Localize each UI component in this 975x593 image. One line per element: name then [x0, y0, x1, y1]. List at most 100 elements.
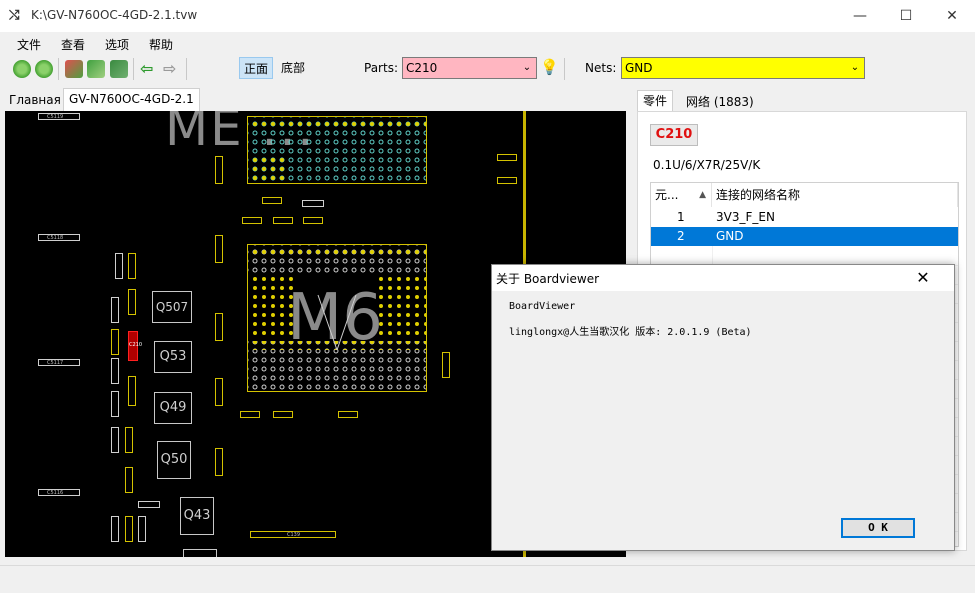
passive-component[interactable] — [125, 467, 133, 493]
table-row-selected[interactable]: 2 GND — [651, 227, 958, 246]
passive-component[interactable] — [215, 313, 223, 341]
bga-pad-grid — [248, 245, 426, 391]
passive-component[interactable] — [242, 217, 262, 224]
passive-component[interactable] — [338, 411, 358, 418]
passive-component[interactable] — [273, 411, 293, 418]
passive-component[interactable] — [128, 376, 136, 406]
dialog-title-bar: 关于 Boardviewer ✕ — [492, 265, 954, 291]
passive-component[interactable] — [111, 391, 119, 417]
nets-value: GND — [625, 61, 653, 75]
capacitor-c5119[interactable]: C5119 — [38, 113, 80, 120]
sort-up-icon: ▲ — [699, 190, 706, 200]
transistor-q49[interactable]: Q49 — [154, 392, 192, 424]
close-button[interactable]: ✕ — [929, 0, 975, 32]
forward-arrow-icon[interactable]: ⇨ — [163, 59, 176, 78]
passive-component[interactable] — [215, 235, 223, 263]
about-dialog: 关于 Boardviewer ✕ BoardViewer linglongx@人… — [491, 264, 955, 551]
passive-component[interactable] — [302, 200, 324, 207]
toolbar-separator — [186, 58, 187, 80]
passive-component[interactable] — [138, 501, 160, 508]
passive-component[interactable] — [128, 253, 136, 279]
pin-number: 2 — [677, 229, 685, 243]
bga-pad-grid — [248, 117, 426, 183]
passive-component[interactable] — [442, 352, 450, 378]
maximize-button[interactable]: ☐ — [883, 0, 929, 32]
passive-component[interactable] — [273, 217, 293, 224]
column-header-pin[interactable]: 元... ▲ — [651, 183, 712, 207]
passive-component[interactable] — [183, 549, 217, 557]
toolbar-separator — [564, 58, 565, 80]
toolbar-separator — [58, 58, 59, 80]
passive-component[interactable] — [138, 516, 146, 542]
dialog-app-name: BoardViewer — [509, 301, 576, 312]
main-window: ⤭ K:\GV-N760OC-4GD-2.1.tvw — ☐ ✕ 文件 查看 选… — [0, 0, 975, 593]
minimize-button[interactable]: — — [837, 0, 883, 32]
passive-component[interactable] — [111, 358, 119, 384]
part-value: 0.1U/6/X7R/25V/K — [653, 158, 761, 172]
lightbulb-icon[interactable]: 💡 — [540, 58, 559, 78]
tab-home[interactable]: Главная — [4, 90, 66, 111]
parts-combobox[interactable]: C210 ⌄ — [402, 57, 537, 79]
nets-combobox[interactable]: GND ⌄ — [621, 57, 865, 79]
transistor-q43[interactable]: Q43 — [180, 497, 214, 535]
rotate-left-icon[interactable] — [13, 60, 31, 78]
ok-button[interactable]: O K — [841, 518, 915, 538]
status-bar — [0, 565, 975, 593]
menu-help[interactable]: 帮助 — [149, 36, 173, 53]
parts-value: C210 — [406, 61, 438, 75]
passive-component[interactable] — [125, 427, 133, 453]
passive-component[interactable] — [125, 516, 133, 542]
passive-component[interactable] — [497, 177, 517, 184]
passive-component[interactable] — [262, 197, 282, 204]
toolbar-separator — [133, 58, 134, 80]
dialog-close-icon[interactable]: ✕ — [903, 265, 943, 291]
passive-component[interactable] — [111, 516, 119, 542]
passive-component[interactable] — [215, 156, 223, 184]
capacitor-c139[interactable]: C139 — [250, 531, 336, 538]
menu-file[interactable]: 文件 — [17, 36, 41, 53]
passive-component[interactable] — [128, 289, 136, 315]
dialog-title: 关于 Boardviewer — [496, 272, 600, 286]
back-arrow-icon[interactable]: ⇦ — [140, 59, 153, 78]
window-title: K:\GV-N760OC-4GD-2.1.tvw — [31, 8, 198, 22]
passive-component[interactable] — [240, 411, 260, 418]
capacitor-c5117[interactable]: C5117 — [38, 359, 80, 366]
table-row[interactable]: 1 3V3_F_EN — [651, 208, 958, 227]
passive-component[interactable] — [111, 297, 119, 323]
net-name: GND — [716, 229, 744, 243]
front-side-button[interactable]: 正面 — [239, 57, 274, 79]
chevron-down-icon[interactable]: ⌄ — [518, 58, 536, 78]
part-c210-highlight[interactable]: C210 — [128, 331, 142, 361]
zoom-in-icon[interactable] — [65, 60, 83, 78]
passive-component[interactable] — [303, 217, 323, 224]
passive-component[interactable] — [115, 253, 123, 279]
capacitor-c5116[interactable]: C5116 — [38, 489, 80, 496]
column-header-net[interactable]: 连接的网络名称 — [712, 183, 958, 207]
transistor-q507[interactable]: Q507 — [152, 291, 192, 323]
transistor-q53[interactable]: Q53 — [154, 341, 192, 373]
tab-parts[interactable]: 零件 — [637, 90, 674, 111]
passive-component[interactable] — [497, 154, 517, 161]
bottom-side-button[interactable]: 底部 — [277, 57, 309, 79]
rotate-right-icon[interactable] — [35, 60, 53, 78]
menu-options[interactable]: 选项 — [105, 36, 129, 53]
transistor-q50[interactable]: Q50 — [157, 441, 191, 479]
tab-board-file[interactable]: GV-N760OC-4GD-2.1 — [63, 88, 200, 111]
capacitor-c5118[interactable]: C5118 — [38, 234, 80, 241]
zoom-fit-icon[interactable] — [87, 60, 105, 78]
zoom-out-icon[interactable] — [110, 60, 128, 78]
bga-chip-main[interactable] — [247, 244, 427, 392]
passive-component[interactable] — [111, 329, 119, 355]
parts-label: Parts: — [364, 61, 398, 75]
bga-chip-top[interactable] — [247, 116, 427, 184]
part-name-badge: C210 — [650, 124, 698, 146]
passive-component[interactable] — [111, 427, 119, 453]
menu-bar: 文件 查看 选项 帮助 — [0, 32, 588, 54]
passive-component[interactable] — [215, 378, 223, 406]
passive-component[interactable] — [215, 448, 223, 476]
menu-view[interactable]: 查看 — [61, 36, 85, 53]
nets-label: Nets: — [585, 61, 617, 75]
app-icon: ⤭ — [9, 8, 20, 23]
tab-nets[interactable]: 网络 (1883) — [681, 92, 759, 111]
chevron-down-icon[interactable]: ⌄ — [846, 58, 864, 78]
